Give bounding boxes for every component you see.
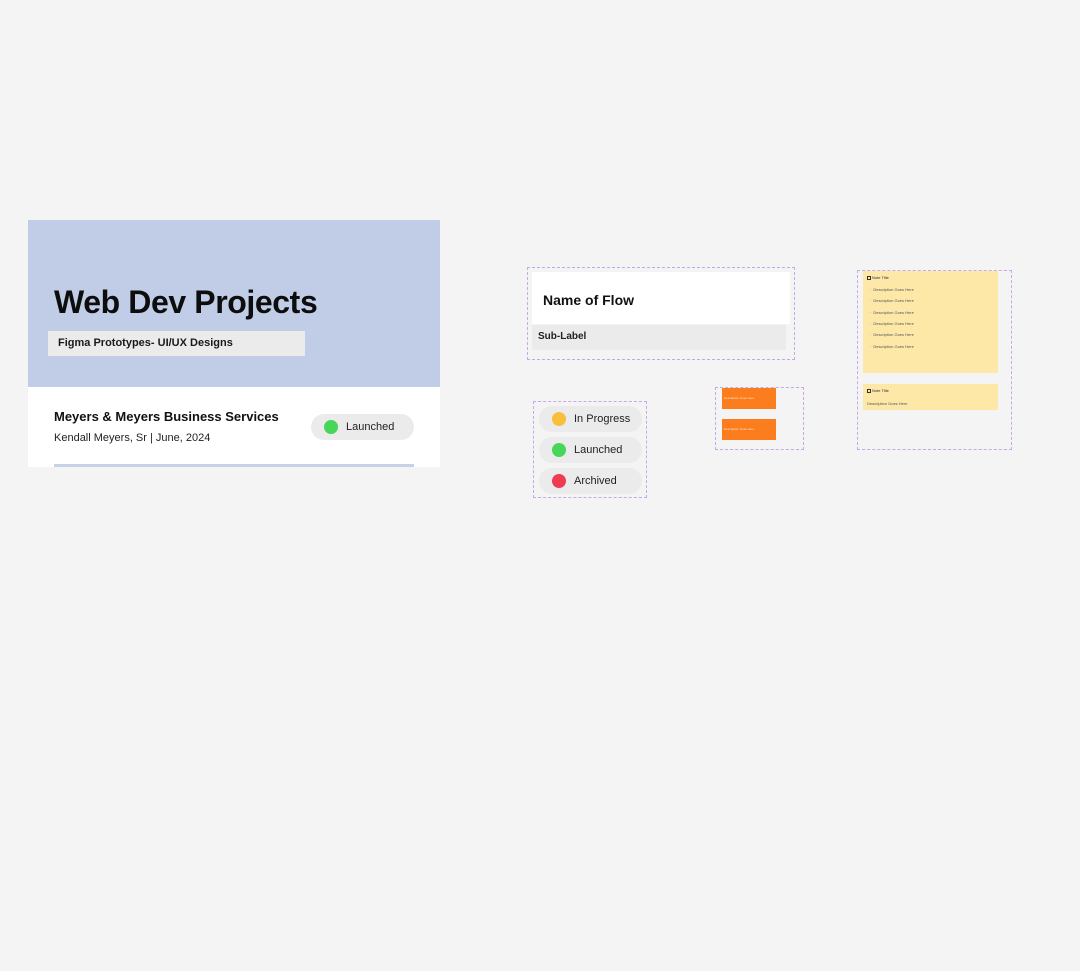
card-subtitle: Figma Prototypes- UI/UX Designs [48, 331, 305, 356]
status-dot-icon [552, 412, 566, 426]
project-card[interactable]: Web Dev Projects Figma Prototypes- UI/UX… [28, 220, 440, 467]
flow-frame[interactable]: Name of Flow Sub-Label [527, 267, 795, 360]
orange-tag-text: Description Goes Here [724, 427, 755, 431]
flow-sub-label: Sub-Label [538, 331, 587, 342]
status-label: Archived [574, 475, 617, 487]
client-meta: Kendall Meyers, Sr | June, 2024 [54, 432, 211, 444]
flow-name: Name of Flow [543, 292, 635, 308]
card-divider [54, 464, 414, 467]
orange-tag-text: Description Goes Here [724, 396, 755, 400]
card-status-badge[interactable]: Launched [311, 414, 414, 440]
checkbox-icon [867, 276, 871, 280]
status-pill-launched[interactable]: Launched [539, 437, 642, 463]
note-title: Note Title [867, 275, 889, 280]
note-line: Description Goes Here [870, 310, 913, 315]
sticky-note[interactable]: Note Title Description Goes Here Descrip… [863, 271, 998, 373]
note-line: Description Goes Here [870, 298, 913, 303]
client-name: Meyers & Meyers Business Services [54, 409, 279, 424]
status-pill-in-progress[interactable]: In Progress [539, 406, 642, 432]
note-line: Description Goes Here [870, 287, 913, 292]
flow-sub-box: Sub-Label [532, 325, 786, 350]
status-dot-icon [324, 420, 338, 434]
status-pill-archived[interactable]: Archived [539, 468, 642, 494]
note-title: Note Title [867, 388, 889, 393]
note-line: Description Goes Here [870, 321, 913, 326]
status-legend-frame[interactable]: In Progress Launched Archived [533, 401, 647, 498]
status-label: In Progress [574, 413, 631, 425]
notes-frame[interactable]: Note Title Description Goes Here Descrip… [857, 270, 1012, 450]
note-line: Description Goes Here [870, 344, 913, 349]
card-header: Web Dev Projects Figma Prototypes- UI/UX… [28, 220, 440, 387]
orange-tag[interactable]: Description Goes Here [722, 419, 776, 440]
checkbox-icon [867, 389, 871, 393]
note-line: Description Goes Here [870, 332, 913, 337]
card-status-label: Launched [346, 421, 395, 433]
status-dot-icon [552, 474, 566, 488]
orange-tag[interactable]: Description Goes Here [722, 388, 776, 409]
status-dot-icon [552, 443, 566, 457]
card-title: Web Dev Projects [54, 284, 318, 320]
orange-tags-frame[interactable]: Description Goes Here Description Goes H… [715, 387, 804, 450]
flow-name-box: Name of Flow [532, 272, 790, 324]
status-label: Launched [574, 444, 623, 456]
sticky-note[interactable]: Note Title Description Goes Here [863, 384, 998, 410]
note-description: Description Goes Here [867, 401, 908, 406]
